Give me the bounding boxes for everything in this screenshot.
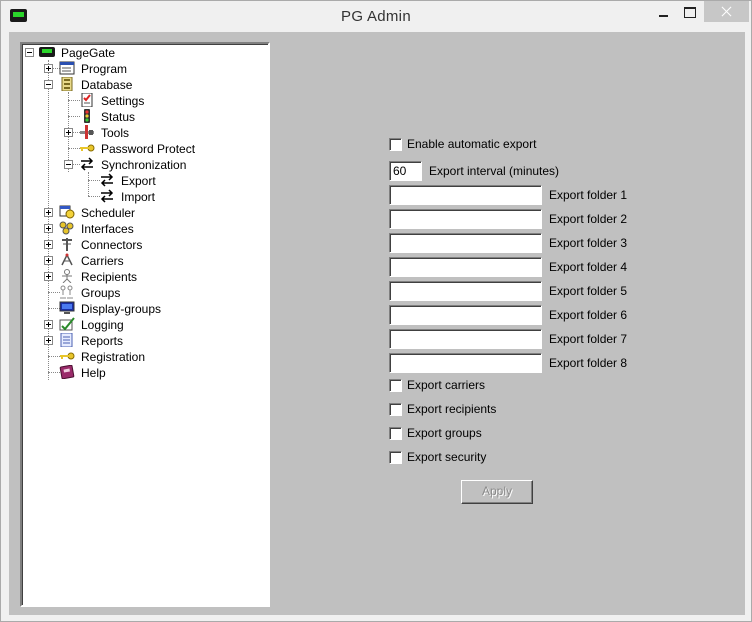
export-folder-3-label: Export folder 3 <box>549 236 628 250</box>
tree-item-groups[interactable]: Groups <box>79 285 122 301</box>
export-folder-4-input[interactable] <box>389 257 542 277</box>
export-interval-label: Export interval (minutes) <box>429 164 560 178</box>
enable-automatic-export-label: Enable automatic export <box>407 137 537 151</box>
key-icon <box>60 352 75 360</box>
enable-automatic-export-row[interactable]: Enable automatic export <box>389 137 536 151</box>
tree-item-synchronization[interactable]: Synchronization <box>99 157 188 173</box>
tree-item-interfaces[interactable]: Interfaces <box>79 221 136 237</box>
client-area: PageGate Program Database Settings Statu… <box>9 32 745 615</box>
export-recipients-row[interactable]: Export recipients <box>389 402 496 416</box>
tree-collapse-toggle[interactable] <box>64 160 73 169</box>
carriers-icon <box>61 253 73 266</box>
export-groups-row[interactable]: Export groups <box>389 426 482 440</box>
help-icon <box>59 365 75 379</box>
export-recipients-label: Export recipients <box>407 402 497 416</box>
export-security-checkbox[interactable] <box>389 450 402 464</box>
close-button[interactable] <box>704 1 749 22</box>
connectors-icon <box>62 238 72 251</box>
tree-expand-toggle[interactable] <box>44 320 53 329</box>
tree-item-logging[interactable]: Logging <box>79 317 126 333</box>
export-security-row[interactable]: Export security <box>389 450 486 464</box>
interfaces-icon <box>59 221 74 235</box>
export-interval-input[interactable] <box>389 161 422 181</box>
tree-item-reports[interactable]: Reports <box>79 333 125 349</box>
export-folder-8-input[interactable] <box>389 353 542 373</box>
window-title: PG Admin <box>341 8 411 25</box>
logging-icon <box>59 317 75 331</box>
navigation-tree[interactable]: PageGate Program Database Settings Statu… <box>20 42 270 607</box>
enable-automatic-export-checkbox[interactable] <box>389 137 402 151</box>
tree-item-password-protect[interactable]: Password Protect <box>99 141 197 157</box>
tree-item-tools[interactable]: Tools <box>99 125 131 141</box>
export-folder-5-label: Export folder 5 <box>549 284 628 298</box>
tree-item-registration[interactable]: Registration <box>79 349 147 365</box>
settings-icon <box>81 93 93 107</box>
recipients-icon <box>62 269 72 283</box>
export-carriers-label: Export carriers <box>407 378 486 392</box>
minimize-button[interactable] <box>650 1 676 22</box>
pagegate-icon <box>39 47 55 57</box>
status-icon <box>84 109 90 123</box>
tree-item-database[interactable]: Database <box>79 77 134 93</box>
tree-item-display-groups[interactable]: Display-groups <box>79 301 163 317</box>
database-icon <box>61 77 73 91</box>
export-folder-8-label: Export folder 8 <box>549 356 628 370</box>
export-carriers-row[interactable]: Export carriers <box>389 378 485 392</box>
program-icon <box>59 61 75 75</box>
tree-expand-toggle[interactable] <box>44 64 53 73</box>
export-folder-6-label: Export folder 6 <box>549 308 628 322</box>
export-folder-7-input[interactable] <box>389 329 542 349</box>
scheduler-icon <box>59 205 75 219</box>
pg-admin-window: PG Admin PageGate Program Database Setti… <box>0 0 752 622</box>
tree-item-label: PageGate <box>61 46 116 60</box>
tree-expand-toggle[interactable] <box>44 336 53 345</box>
export-folder-1-input[interactable] <box>389 185 542 205</box>
tree-item-carriers[interactable]: Carriers <box>79 253 126 269</box>
tree-expand-toggle[interactable] <box>64 128 73 137</box>
export-folder-2-input[interactable] <box>389 209 542 229</box>
export-security-label: Export security <box>407 450 487 464</box>
tree-item-connectors[interactable]: Connectors <box>79 237 144 253</box>
tree-item-help[interactable]: Help <box>79 365 108 381</box>
reports-icon <box>60 333 73 347</box>
tree-item-recipients[interactable]: Recipients <box>79 269 139 285</box>
sync-icon <box>100 173 114 187</box>
maximize-button[interactable] <box>677 1 703 22</box>
display-groups-icon <box>59 301 75 314</box>
tree-item-status[interactable]: Status <box>99 109 137 125</box>
sync-icon <box>80 157 94 171</box>
tree-expand-toggle[interactable] <box>44 256 53 265</box>
tree-item-export[interactable]: Export <box>119 173 158 189</box>
tree-collapse-toggle[interactable] <box>25 48 34 57</box>
export-groups-label: Export groups <box>407 426 482 440</box>
title-bar: PG Admin <box>1 1 751 32</box>
sync-icon <box>100 189 114 203</box>
export-recipients-checkbox[interactable] <box>389 402 402 416</box>
export-folder-2-label: Export folder 2 <box>549 212 628 226</box>
export-groups-checkbox[interactable] <box>389 426 402 440</box>
tools-icon <box>80 125 94 139</box>
tree-item-scheduler[interactable]: Scheduler <box>79 205 137 221</box>
tree-item-pagegate[interactable]: PageGate <box>59 45 117 61</box>
export-folder-3-input[interactable] <box>389 233 542 253</box>
tree-item-import[interactable]: Import <box>119 189 157 205</box>
tree-expand-toggle[interactable] <box>44 224 53 233</box>
export-folder-6-input[interactable] <box>389 305 542 325</box>
export-folder-4-label: Export folder 4 <box>549 260 628 274</box>
tree-item-program[interactable]: Program <box>79 61 129 77</box>
apply-button[interactable]: Apply <box>461 480 533 504</box>
export-folder-1-label: Export folder 1 <box>549 188 628 202</box>
key-icon <box>80 144 95 152</box>
tree-expand-toggle[interactable] <box>44 272 53 281</box>
tree-expand-toggle[interactable] <box>44 240 53 249</box>
export-carriers-checkbox[interactable] <box>389 378 402 392</box>
tree-expand-toggle[interactable] <box>44 208 53 217</box>
tree-collapse-toggle[interactable] <box>44 80 53 89</box>
export-folder-5-input[interactable] <box>389 281 542 301</box>
groups-icon <box>60 285 73 299</box>
tree-item-settings[interactable]: Settings <box>99 93 146 109</box>
export-folder-7-label: Export folder 7 <box>549 332 628 346</box>
